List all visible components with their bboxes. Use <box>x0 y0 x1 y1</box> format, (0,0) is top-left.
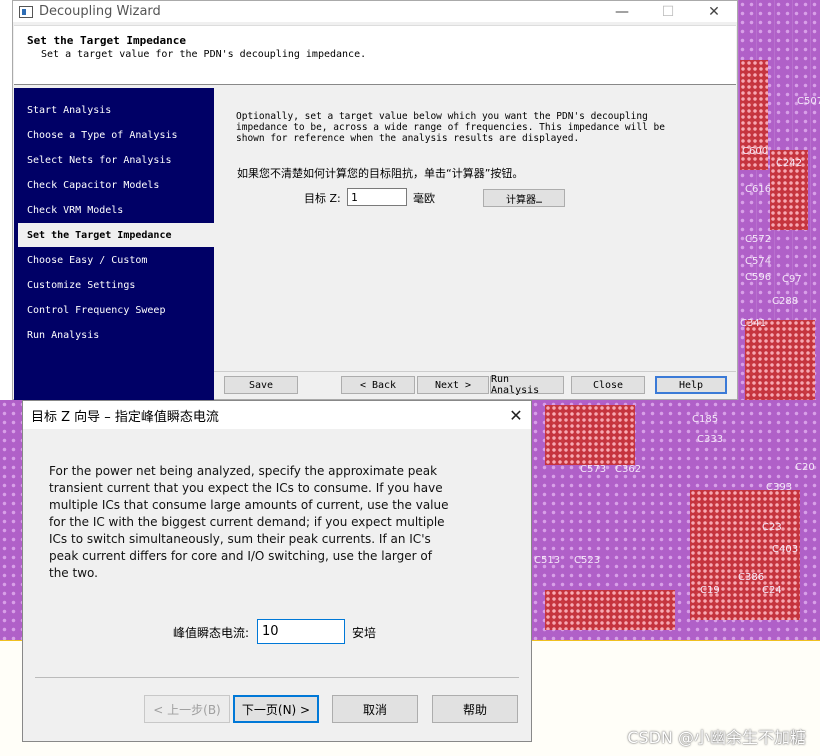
dialog-titlebar: 目标 Z 向导 – 指定峰值瞬态电流 ✕ <box>23 401 531 429</box>
target-z-wizard-dialog: 目标 Z 向导 – 指定峰值瞬态电流 ✕ For the power net b… <box>22 400 532 742</box>
pcb-copper-pad <box>690 490 800 620</box>
step-run-analysis[interactable]: Run Analysis <box>14 323 214 347</box>
window-controls: — ☐ ✕ <box>599 1 737 22</box>
pcb-refdes-label: C23 <box>762 522 782 533</box>
close-icon: ✕ <box>509 405 523 425</box>
description-line: shown for reference when the analysis re… <box>236 133 580 144</box>
dialog-title: 目标 Z 向导 – 指定峰值瞬态电流 <box>31 409 219 425</box>
help-button[interactable]: Help <box>655 376 727 394</box>
wizard-step-list: Start Analysis Choose a Type of Analysis… <box>14 88 214 400</box>
pcb-refdes-label: C403 <box>772 544 799 555</box>
run-analysis-button[interactable]: Run Analysis <box>490 374 564 396</box>
pcb-refdes-label: C24 <box>762 585 782 596</box>
pcb-refdes-label: C362 <box>615 464 642 475</box>
wizard-titlebar: Decoupling Wizard — ☐ ✕ <box>13 1 737 22</box>
decoupling-wizard-window: Decoupling Wizard — ☐ ✕ Set the Target I… <box>12 0 738 400</box>
next-button[interactable]: Next > <box>417 376 489 394</box>
dialog-help-button[interactable]: 帮助 <box>432 695 518 723</box>
pcb-refdes-label: C616 <box>745 184 772 195</box>
step-start-analysis[interactable]: Start Analysis <box>14 98 214 122</box>
minimize-icon: — <box>615 3 629 20</box>
step-choose-easy-custom[interactable]: Choose Easy / Custom <box>14 248 214 272</box>
close-button[interactable]: Close <box>571 376 645 394</box>
minimize-button[interactable]: — <box>599 1 645 22</box>
pcb-copper-pad <box>545 590 675 630</box>
dialog-close-button[interactable]: ✕ <box>501 401 531 429</box>
description-line: impedance to be, across a wide range of … <box>236 122 665 133</box>
wizard-description: Optionally, set a target value below whi… <box>236 111 716 144</box>
pcb-refdes-label: C242 <box>776 158 803 169</box>
peak-current-input[interactable] <box>257 619 345 644</box>
close-window-button[interactable]: ✕ <box>691 1 737 22</box>
pcb-refdes-label: C288 <box>772 296 799 307</box>
step-check-vrm-models[interactable]: Check VRM Models <box>14 198 214 222</box>
calculator-hint: 如果您不清楚如何计算您的目标阻抗，单击“计算器”按钮。 <box>237 167 524 180</box>
maximize-icon: ☐ <box>661 3 675 20</box>
step-set-target-impedance[interactable]: Set the Target Impedance <box>18 223 214 247</box>
page-title: Set the Target Impedance <box>27 34 186 47</box>
previous-button[interactable]: < 上一步(B) <box>144 695 230 723</box>
dialog-description: For the power net being analyzed, specif… <box>49 464 449 580</box>
pcb-refdes-label: C333 <box>697 434 724 445</box>
pcb-refdes-label: C523 <box>574 555 601 566</box>
pcb-refdes-label: C341 <box>740 318 767 329</box>
maximize-button[interactable]: ☐ <box>645 1 691 22</box>
step-control-frequency-sweep[interactable]: Control Frequency Sweep <box>14 298 214 322</box>
pcb-copper-pad <box>745 320 815 400</box>
target-z-unit: 毫欧 <box>413 192 435 205</box>
pcb-refdes-label: C97 <box>782 274 802 285</box>
step-select-nets[interactable]: Select Nets for Analysis <box>14 148 214 172</box>
pcb-refdes-label: C185 <box>692 414 719 425</box>
pcb-refdes-label: C20 <box>795 462 815 473</box>
peak-current-label: 峰值瞬态电流: <box>173 626 250 640</box>
calculator-button[interactable]: 计算器… <box>483 189 565 207</box>
page-subtitle: Set a target value for the PDN's decoupl… <box>41 49 367 60</box>
pcb-refdes-label: C513 <box>534 555 561 566</box>
wizard-header: Set the Target Impedance Set a target va… <box>14 25 736 85</box>
pcb-refdes-label: C572 <box>745 234 772 245</box>
back-button[interactable]: < Back <box>341 376 415 394</box>
peak-current-unit: 安培 <box>352 626 377 640</box>
wizard-title: Decoupling Wizard <box>39 4 161 19</box>
pcb-refdes-label: C596 <box>745 272 772 283</box>
pcb-refdes-label: C507 <box>797 96 820 107</box>
button-separator <box>214 371 736 372</box>
app-icon <box>19 5 33 18</box>
pcb-refdes-label: C573 <box>580 464 607 475</box>
step-choose-analysis-type[interactable]: Choose a Type of Analysis <box>14 123 214 147</box>
target-z-label: 目标 Z: <box>304 192 341 205</box>
step-check-capacitor-models[interactable]: Check Capacitor Models <box>14 173 214 197</box>
step-customize-settings[interactable]: Customize Settings <box>14 273 214 297</box>
next-page-button[interactable]: 下一页(N) > <box>233 695 319 723</box>
pcb-refdes-label: C386 <box>738 572 765 583</box>
save-button[interactable]: Save <box>224 376 298 394</box>
cancel-button[interactable]: 取消 <box>332 695 418 723</box>
description-line: Optionally, set a target value below whi… <box>236 111 648 122</box>
pcb-copper-pad <box>545 405 635 465</box>
close-icon: ✕ <box>708 3 720 20</box>
pcb-refdes-label: C574 <box>745 256 772 267</box>
target-z-input[interactable] <box>347 188 407 206</box>
pcb-refdes-label: C600 <box>742 146 769 157</box>
pcb-refdes-label: C19 <box>700 585 720 596</box>
pcb-refdes-label: C393 <box>766 482 793 493</box>
dialog-separator <box>35 677 519 678</box>
watermark: CSDN @小幽余生不加糖 <box>627 728 806 747</box>
